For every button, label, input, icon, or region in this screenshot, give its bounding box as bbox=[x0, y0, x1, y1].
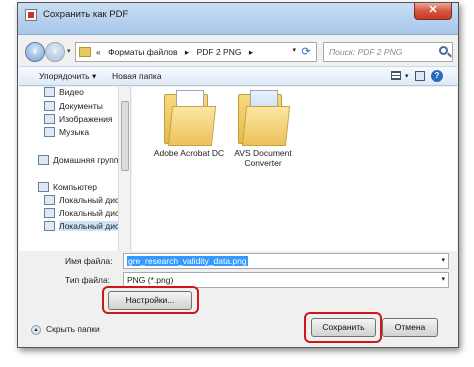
search-placeholder: Поиск: PDF 2 PNG bbox=[329, 47, 403, 57]
search-icon bbox=[439, 46, 448, 55]
filename-field[interactable]: gre_research_validity_data.png ▾ bbox=[123, 253, 449, 269]
chevron-up-icon[interactable]: ▴ bbox=[31, 325, 41, 335]
folder-item[interactable]: AVS Document Converter bbox=[224, 87, 302, 168]
help-icon[interactable]: ? bbox=[431, 70, 443, 82]
filename-label: Имя файла: bbox=[65, 256, 113, 266]
filename-value: gre_research_validity_data.png bbox=[127, 256, 248, 266]
nav-item-label: Локальный диск bbox=[59, 195, 123, 205]
computer-icon bbox=[38, 182, 49, 192]
folder-item[interactable]: Adobe Acrobat DC bbox=[150, 87, 228, 158]
breadcrumb[interactable]: « Форматы файлов ▸ PDF 2 PNG ▸ bbox=[96, 47, 258, 58]
nav-scrollbar[interactable] bbox=[118, 87, 130, 251]
nav-item-local-disk[interactable]: Локальный диск bbox=[44, 221, 123, 231]
save-form: Имя файла: gre_research_validity_data.pn… bbox=[19, 252, 457, 314]
folder-icon bbox=[238, 90, 291, 146]
filetype-value: PNG (*.png) bbox=[127, 275, 174, 285]
breadcrumb-overflow[interactable]: « bbox=[96, 47, 101, 57]
nav-item-homegroup[interactable]: Домашняя группа bbox=[38, 155, 124, 165]
folder-icon bbox=[164, 90, 217, 146]
nav-item-label: Музыка bbox=[59, 127, 90, 137]
images-icon bbox=[44, 114, 55, 124]
nav-item-label: Изображения bbox=[59, 114, 113, 124]
nav-item-label: Видео bbox=[59, 87, 84, 97]
chevron-down-icon[interactable]: ▾ bbox=[441, 275, 445, 283]
music-icon bbox=[44, 127, 55, 137]
folder-icon bbox=[79, 47, 91, 57]
history-dropdown-icon[interactable]: ▾ bbox=[67, 47, 71, 55]
nav-item-local-disk[interactable]: Локальный диск bbox=[44, 195, 123, 205]
filetype-label: Тип файла: bbox=[65, 275, 111, 285]
settings-button[interactable]: Настройки... bbox=[108, 291, 192, 310]
hide-folders-link[interactable]: Скрыть папки bbox=[46, 324, 100, 334]
homegroup-icon bbox=[38, 155, 49, 165]
folder-name: Adobe Acrobat DC bbox=[153, 148, 225, 158]
back-arrow-icon[interactable]: ‹ bbox=[25, 42, 45, 62]
nav-item-label: Документы bbox=[59, 101, 103, 111]
dialog-footer: ▴ Скрыть папки Сохранить Отмена bbox=[19, 312, 457, 347]
pdf-app-icon bbox=[25, 9, 37, 21]
close-button[interactable]: ✕ bbox=[414, 3, 452, 20]
nav-item-label: Домашняя группа bbox=[53, 155, 124, 165]
new-folder-button[interactable]: Новая папка bbox=[112, 71, 162, 81]
nav-item-computer[interactable]: Компьютер bbox=[38, 182, 97, 192]
navigation-pane: Видео Документы Изображения Музыка Домаш… bbox=[19, 87, 131, 251]
file-list: Adobe Acrobat DC AVS Document Converter bbox=[132, 87, 457, 251]
nav-item-label: Локальный диск bbox=[59, 221, 123, 231]
window-title: Сохранить как PDF bbox=[43, 9, 129, 20]
command-bar: Упорядочить ▾ Новая папка ▾ ? bbox=[19, 66, 457, 86]
documents-icon bbox=[44, 101, 55, 111]
scrollbar-thumb[interactable] bbox=[121, 101, 129, 171]
view-dropdown-icon[interactable]: ▾ bbox=[405, 72, 409, 80]
drive-icon bbox=[44, 221, 55, 231]
organize-menu[interactable]: Упорядочить ▾ bbox=[39, 71, 96, 82]
breadcrumb-formats[interactable]: Форматы файлов bbox=[108, 47, 177, 57]
forward-arrow-icon[interactable]: › bbox=[45, 42, 65, 62]
folder-name: AVS Document Converter bbox=[234, 148, 292, 168]
title-bar: Сохранить как PDF ✕ bbox=[18, 3, 458, 35]
breadcrumb-separator[interactable]: ▸ bbox=[185, 47, 189, 57]
search-input[interactable]: Поиск: PDF 2 PNG bbox=[323, 42, 453, 62]
preview-pane-icon[interactable] bbox=[415, 71, 425, 81]
breadcrumb-separator[interactable]: ▸ bbox=[249, 47, 253, 57]
view-options-icon[interactable] bbox=[391, 71, 401, 80]
nav-item-label: Локальный диск bbox=[59, 208, 123, 218]
breadcrumb-pdf2png[interactable]: PDF 2 PNG bbox=[197, 47, 242, 57]
video-icon bbox=[44, 87, 55, 97]
drive-icon bbox=[44, 195, 55, 205]
save-button[interactable]: Сохранить bbox=[311, 318, 376, 337]
cancel-button[interactable]: Отмена bbox=[382, 318, 438, 337]
address-row: ‹ › ▾ « Форматы файлов ▸ PDF 2 PNG ▸ ▾ ⟳… bbox=[23, 41, 455, 63]
refresh-icon[interactable]: ⟳ bbox=[299, 45, 313, 59]
nav-item-music[interactable]: Музыка bbox=[44, 127, 90, 137]
save-dialog: Сохранить как PDF ✕ ‹ › ▾ « Форматы файл… bbox=[17, 2, 459, 348]
drive-icon bbox=[44, 208, 55, 218]
chevron-down-icon[interactable]: ▾ bbox=[441, 256, 445, 264]
address-dropdown-icon[interactable]: ▾ bbox=[292, 46, 296, 54]
nav-item-images[interactable]: Изображения bbox=[44, 114, 113, 124]
nav-item-documents[interactable]: Документы bbox=[44, 101, 103, 111]
address-bar[interactable]: « Форматы файлов ▸ PDF 2 PNG ▸ ▾ ⟳ bbox=[75, 42, 317, 62]
nav-item-label: Компьютер bbox=[53, 182, 97, 192]
nav-item-video[interactable]: Видео bbox=[44, 87, 84, 97]
nav-item-local-disk[interactable]: Локальный диск bbox=[44, 208, 123, 218]
